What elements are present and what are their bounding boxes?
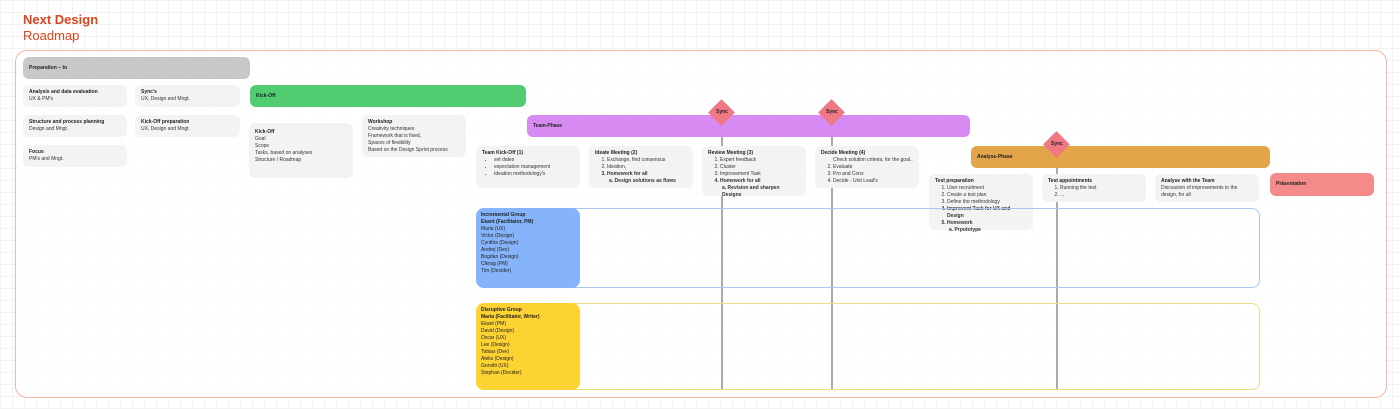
group-member: David (Design) [481, 328, 515, 334]
group-lead: Ekant (Facilitator, PM) [481, 219, 534, 225]
roadmap-subtitle: Roadmap [23, 28, 80, 43]
card-title: Analysis and data evaluation [29, 89, 98, 95]
card-item: Pro and Cons [833, 171, 913, 178]
group-member: Tim (Decider) [481, 268, 512, 274]
sync-label: Sync [1051, 141, 1063, 147]
card-line: Framework that is fixed, [368, 133, 422, 139]
phase-bar-analyse[interactable]: Analyse-Phase [971, 146, 1270, 168]
card-title: Analyse with the Team [1161, 178, 1215, 184]
card-ideate-meeting[interactable]: Ideate Meeting (2) Exchange, find consen… [589, 146, 693, 188]
card-title: Team Kick-Off (1) [482, 150, 524, 156]
card-team-kickoff[interactable]: Team Kick-Off (1) set dates expectation … [476, 146, 580, 188]
card-line: Based on the Design Sprint process [368, 147, 448, 153]
card-item: Homework for all [720, 178, 800, 185]
card-title: Workshop [368, 119, 393, 125]
card-text: Design and Mngt. [29, 126, 69, 132]
card-text: PM's and Mngt. [29, 156, 64, 162]
card-title: Focus [29, 149, 44, 155]
incremental-group-card[interactable]: Incremental Group Ekant (Facilitator, PM… [476, 208, 580, 288]
card-title: Kick-Off preparation [141, 119, 190, 125]
card-line: Structure / Roadmap [255, 157, 302, 163]
card-item: Ideation, [607, 164, 687, 171]
card-line: Goal [255, 136, 266, 142]
card-focus[interactable]: Focus PM's and Mngt. [23, 145, 127, 167]
card-workshop[interactable]: Workshop Creativity techniques Framework… [362, 115, 466, 157]
card-item: expectation management [494, 164, 574, 171]
card-item: Exchange, find consensus [607, 157, 687, 164]
card-title: Sync's [141, 89, 157, 95]
card-line: Discussion of improvements to the [1161, 185, 1238, 191]
group-member: Cynthia (Design) [481, 240, 519, 246]
card-item: Create a test plan [947, 192, 1027, 199]
card-line: Tasks, based on analyses [255, 150, 313, 156]
sync-diamond-2[interactable]: Sync [818, 99, 845, 126]
card-decide-meeting[interactable]: Decide Meeting (4) Check solution criter… [815, 146, 919, 188]
card-analyse-team[interactable]: Analyse with the Team Discussion of impr… [1155, 174, 1259, 202]
card-title: Test preparation [935, 178, 974, 184]
card-text: UX & PM's [29, 96, 54, 102]
card-line: Creativity techniques [368, 126, 415, 132]
card-title: Kick-Off [255, 129, 275, 135]
group-member: Chirag (PM) [481, 261, 508, 267]
group-member: Bogdan (Design) [481, 254, 519, 260]
group-title: Incremental Group [481, 212, 526, 218]
phase-bar-preparation[interactable]: Preparation – to [23, 57, 250, 79]
phase-bar-team[interactable]: Team-Phase [527, 115, 970, 137]
group-lead: Maria (Facilitator, Writer) [481, 314, 540, 320]
group-member: Maria (UX) [481, 226, 506, 232]
card-text: UX, Design and Mngt. [141, 126, 190, 132]
card-item: Homework for all [607, 171, 687, 178]
card-title: Ideate Meeting (2) [595, 150, 638, 156]
group-member: Oscar (UX) [481, 335, 506, 341]
phase-bar-kickoff[interactable]: Kick-Off [250, 85, 526, 107]
card-kickoff-prep[interactable]: Kick-Off preparation UX, Design and Mngt… [135, 115, 240, 137]
card-text: UX, Design and Mngt. [141, 96, 190, 102]
group-member: Andrej (Dev) [481, 247, 510, 253]
group-member: Aleks (Design) [481, 356, 514, 362]
card-analysis[interactable]: Analysis and data evaluation UX & PM's [23, 85, 127, 107]
group-member: Tobias (Dev) [481, 349, 510, 355]
sync-diamond-3[interactable]: Sync [1043, 131, 1070, 158]
card-title: Test appointments [1048, 178, 1093, 184]
card-item: Expert feedback [720, 157, 800, 164]
card-item: ... [1060, 192, 1140, 199]
card-structure[interactable]: Structure and process planning Design an… [23, 115, 127, 137]
card-syncs[interactable]: Sync's UX, Design and Mngt. [135, 85, 240, 107]
sync-diamond-1[interactable]: Sync [708, 99, 735, 126]
card-subitem: a. Revision and sharpen Designs [722, 185, 780, 198]
group-member: Gorsitti (UX) [481, 363, 509, 369]
card-title: Review Meeting (3) [708, 150, 754, 156]
group-member: Victor (Design) [481, 233, 514, 239]
disruptive-group-card[interactable]: Disruptive Group Maria (Facilitator, Wri… [476, 303, 580, 390]
incremental-group-frame [476, 208, 1260, 288]
card-item: Running the test [1060, 185, 1140, 192]
card-kickoff[interactable]: Kick-Off Goal Scope Tasks, based on anal… [249, 123, 353, 178]
card-item: Ideation methodology's [494, 171, 574, 178]
card-item: Evaluate [833, 164, 913, 171]
card-title: Structure and process planning [29, 119, 105, 125]
sync-label: Sync [826, 109, 838, 115]
group-member: Stephan (Decider) [481, 370, 522, 376]
card-line: design, for all [1161, 192, 1191, 198]
card-item: Decide - Unit Lead's [833, 178, 913, 185]
card-item: Check solution criteria, for the goal... [833, 157, 913, 164]
card-item: Define the methodology [947, 199, 1027, 206]
card-line: Scope [255, 143, 270, 149]
card-test-appointments[interactable]: Test appointments Running the test ... [1042, 174, 1146, 202]
card-item: Improvement Task [720, 171, 800, 178]
group-member: Ekant (PM) [481, 321, 507, 327]
card-title: Decide Meeting (4) [821, 150, 866, 156]
card-review-meeting[interactable]: Review Meeting (3) Expert feedback Clust… [702, 146, 806, 198]
disruptive-group-frame [476, 303, 1260, 390]
group-title: Disruptive Group [481, 307, 522, 313]
card-line: Spaces of flexibility [368, 140, 411, 146]
card-item: Cluster [720, 164, 800, 171]
sync-label: Sync [716, 109, 728, 115]
group-member: Lee (Design) [481, 342, 510, 348]
card-item: User recruitment [947, 185, 1027, 192]
roadmap-title: Next Design [23, 12, 99, 27]
card-item: set dates [494, 157, 574, 164]
phase-bar-presentation[interactable]: Präsentation [1270, 173, 1374, 196]
card-subitem: a. Design solutions as flows [609, 178, 676, 184]
